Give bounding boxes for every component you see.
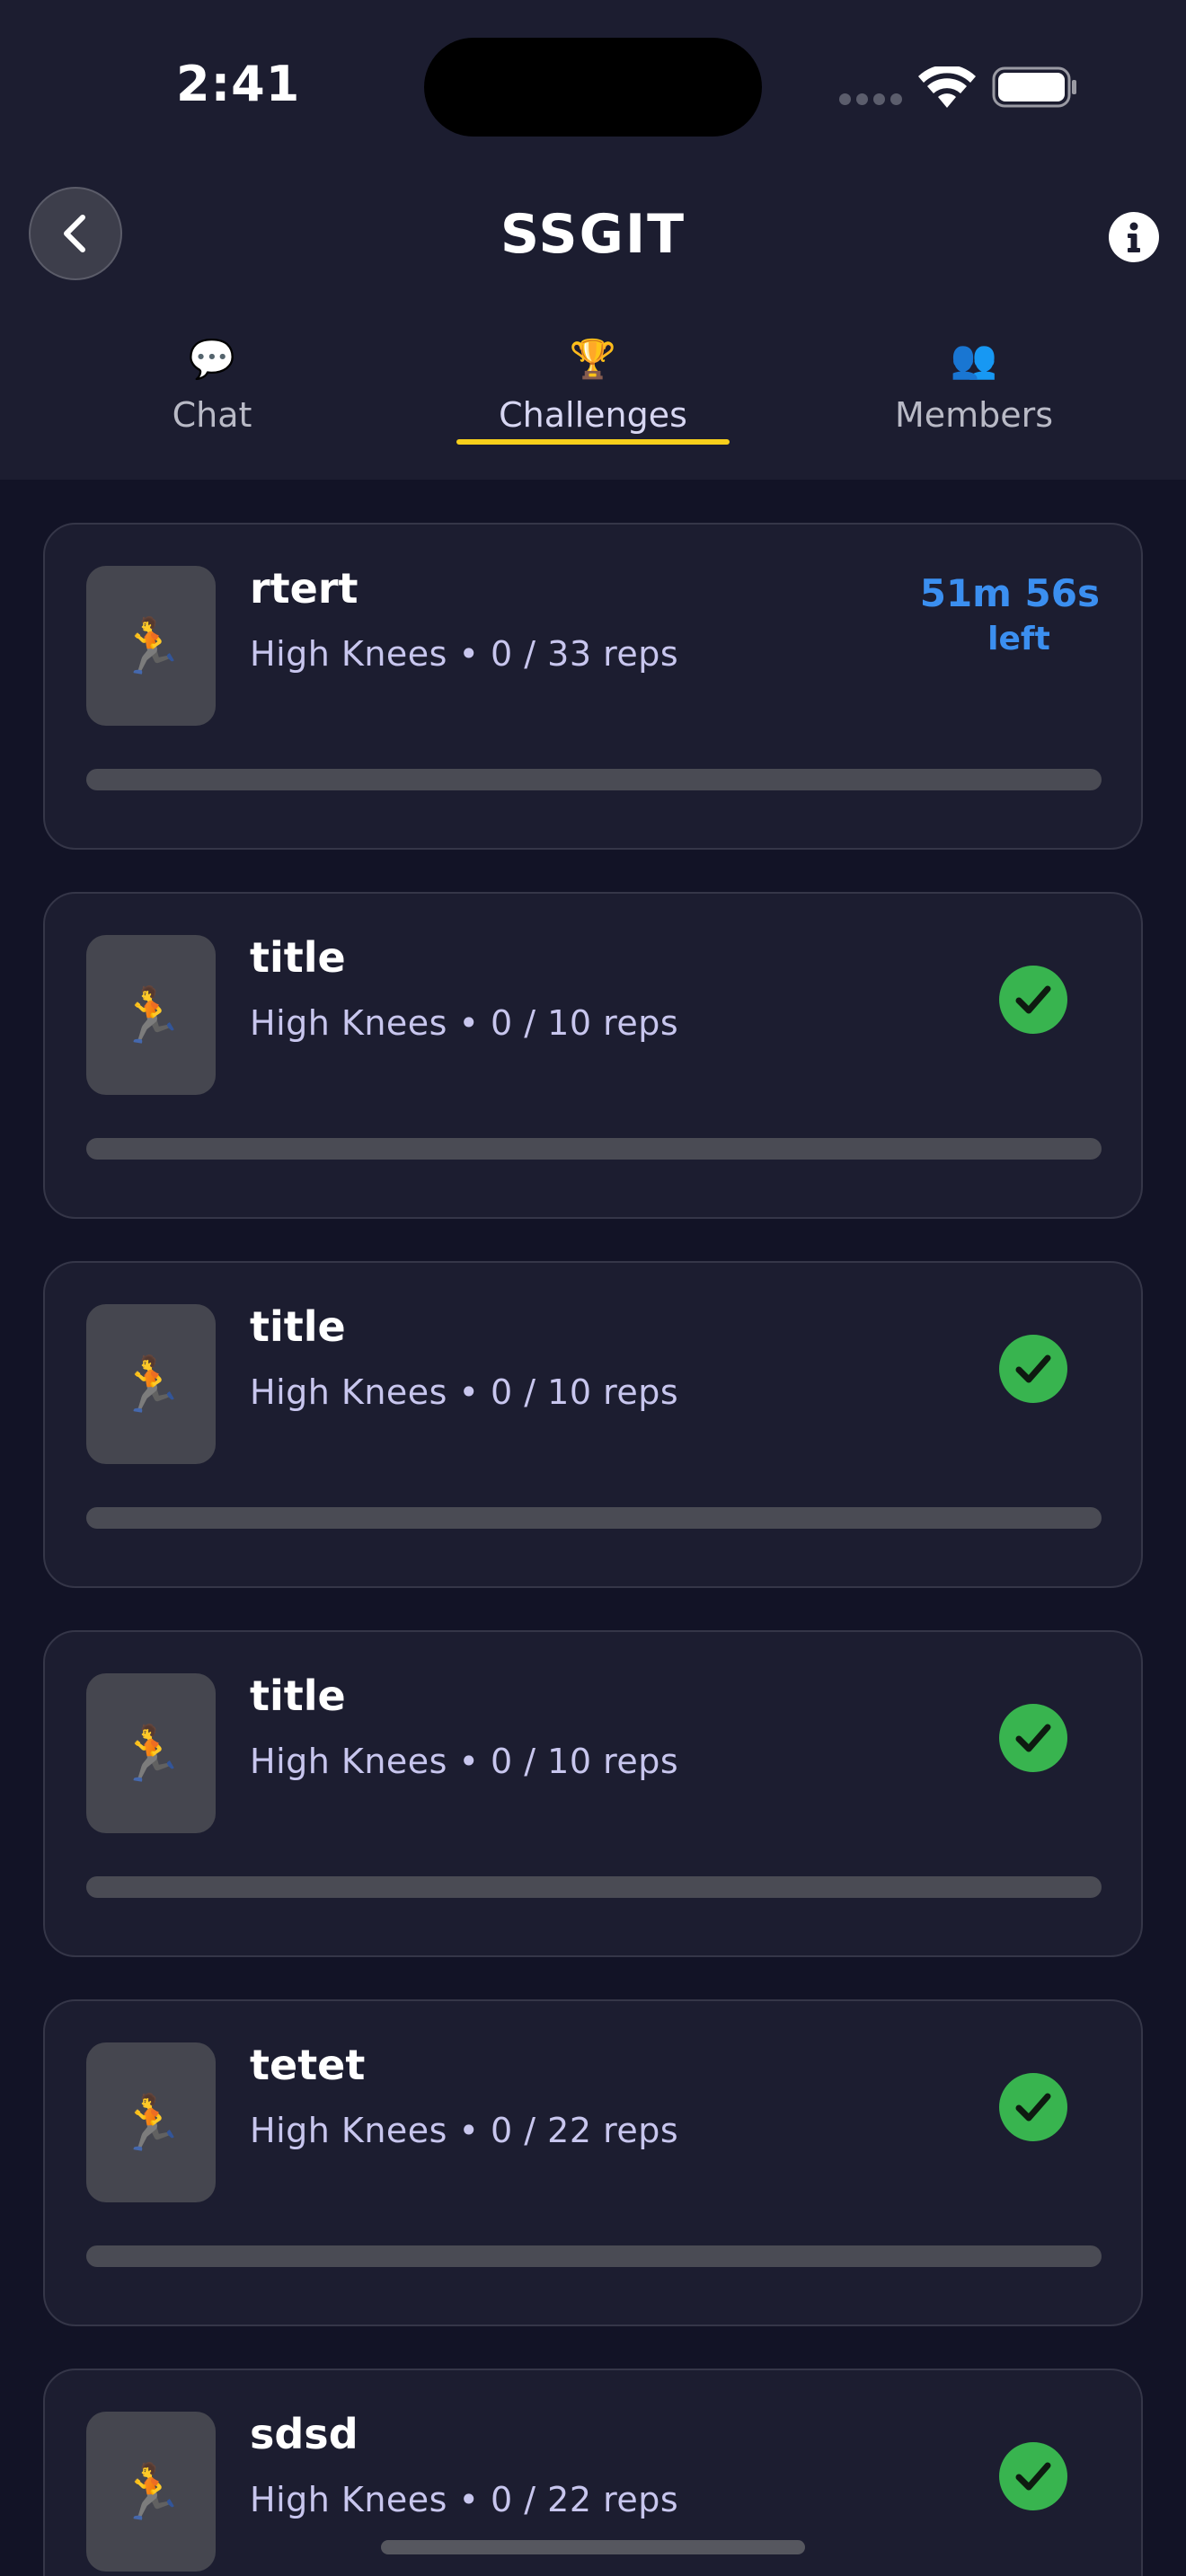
runner-icon: 🏃 bbox=[117, 984, 185, 1047]
speech-bubble-icon: 💬 bbox=[188, 337, 236, 381]
runner-icon: 🏃 bbox=[117, 1722, 185, 1786]
tab-members[interactable]: 👥 Members bbox=[830, 337, 1118, 436]
timer-label: left bbox=[987, 621, 1050, 657]
cellular-signal-icon bbox=[839, 93, 902, 106]
challenge-thumbnail: 🏃 bbox=[86, 2042, 216, 2202]
challenge-subtitle: High Knees • 0 / 10 reps bbox=[250, 1372, 679, 1412]
challenge-title: title bbox=[250, 933, 346, 982]
challenge-progress-bar bbox=[86, 1507, 1102, 1529]
people-icon: 👥 bbox=[950, 337, 998, 381]
challenge-title: rtert bbox=[250, 564, 358, 613]
challenge-card[interactable]: 🏃 title High Knees • 0 / 10 reps bbox=[43, 892, 1143, 1219]
battery-icon bbox=[992, 66, 1076, 108]
challenge-progress-bar bbox=[86, 1876, 1102, 1898]
challenge-thumbnail: 🏃 bbox=[86, 566, 216, 726]
challenge-card[interactable]: 🏃 title High Knees • 0 / 10 reps bbox=[43, 1630, 1143, 1957]
timer-value: 51m 56s bbox=[919, 571, 1100, 615]
completed-check-icon bbox=[999, 1335, 1067, 1403]
challenge-title: tetet bbox=[250, 2041, 366, 2089]
challenge-card[interactable]: 🏃 tetet High Knees • 0 / 22 reps bbox=[43, 1999, 1143, 2326]
challenge-timer: 51m 56s left bbox=[830, 571, 1100, 657]
challenge-thumbnail: 🏃 bbox=[86, 2412, 216, 2572]
challenge-title: sdsd bbox=[250, 2410, 358, 2458]
runner-icon: 🏃 bbox=[117, 1353, 185, 1416]
home-indicator[interactable] bbox=[381, 2540, 805, 2554]
status-time: 2:41 bbox=[176, 56, 301, 112]
challenge-subtitle: High Knees • 0 / 22 reps bbox=[250, 2480, 679, 2519]
runner-icon: 🏃 bbox=[117, 614, 185, 678]
runner-icon: 🏃 bbox=[117, 2091, 185, 2155]
challenge-title: title bbox=[250, 1672, 346, 1720]
wifi-icon bbox=[918, 66, 976, 108]
challenge-subtitle: High Knees • 0 / 10 reps bbox=[250, 1003, 679, 1043]
tab-challenges-label: Challenges bbox=[499, 395, 687, 435]
challenge-card[interactable]: 🏃 rtert High Knees • 0 / 33 reps 51m 56s… bbox=[43, 523, 1143, 850]
trophy-icon: 🏆 bbox=[569, 337, 617, 381]
info-icon bbox=[1128, 222, 1140, 252]
completed-check-icon bbox=[999, 966, 1067, 1034]
challenge-thumbnail: 🏃 bbox=[86, 1673, 216, 1833]
back-button[interactable] bbox=[29, 187, 122, 280]
completed-check-icon bbox=[999, 2442, 1067, 2510]
challenge-card[interactable]: 🏃 title High Knees • 0 / 10 reps bbox=[43, 1261, 1143, 1588]
dynamic-island bbox=[424, 38, 762, 137]
challenge-subtitle: High Knees • 0 / 22 reps bbox=[250, 2111, 679, 2150]
tab-members-label: Members bbox=[894, 395, 1054, 435]
challenge-subtitle: High Knees • 0 / 10 reps bbox=[250, 1742, 679, 1781]
challenge-progress-bar bbox=[86, 2245, 1102, 2267]
tab-chat-label: Chat bbox=[172, 395, 252, 435]
challenge-subtitle: High Knees • 0 / 33 reps bbox=[250, 634, 679, 674]
challenge-thumbnail: 🏃 bbox=[86, 935, 216, 1095]
page-title: SSGIT bbox=[500, 203, 686, 266]
info-button[interactable] bbox=[1109, 212, 1159, 262]
completed-check-icon bbox=[999, 1704, 1067, 1772]
header-area: 2:41 SSGIT 💬 Chat 🏆 Challenges 👥 Members bbox=[0, 0, 1186, 480]
challenge-progress-bar bbox=[86, 1138, 1102, 1160]
challenge-thumbnail: 🏃 bbox=[86, 1304, 216, 1464]
completed-check-icon bbox=[999, 2073, 1067, 2141]
chevron-left-icon bbox=[64, 215, 85, 252]
tab-challenges[interactable]: 🏆 Challenges bbox=[449, 337, 737, 436]
runner-icon: 🏃 bbox=[117, 2460, 185, 2524]
challenge-progress-bar bbox=[86, 769, 1102, 790]
challenges-screen: 2:41 SSGIT 💬 Chat 🏆 Challenges 👥 Members… bbox=[0, 0, 1186, 2576]
active-tab-indicator bbox=[456, 439, 730, 445]
challenge-title: title bbox=[250, 1302, 346, 1351]
tab-chat[interactable]: 💬 Chat bbox=[68, 337, 356, 436]
